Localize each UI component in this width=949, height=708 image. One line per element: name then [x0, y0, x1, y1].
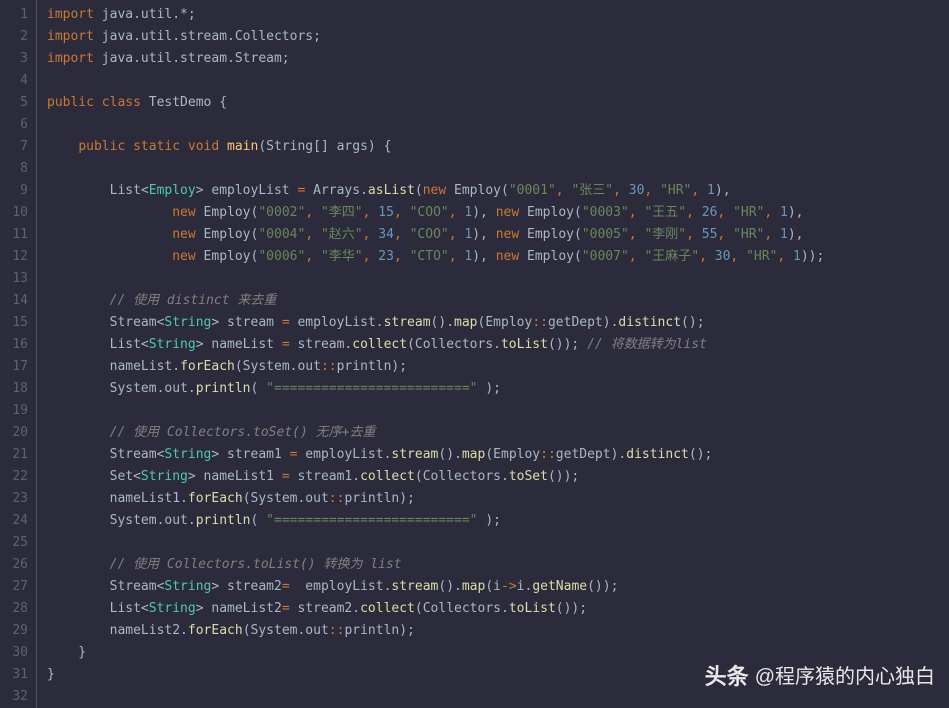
line-number: 26 [4, 554, 28, 576]
line-number: 15 [4, 312, 28, 334]
code-line: nameList1.forEach(System.out::println); [47, 488, 949, 510]
line-number: 17 [4, 356, 28, 378]
line-number: 32 [4, 686, 28, 708]
line-number: 2 [4, 26, 28, 48]
line-number: 10 [4, 202, 28, 224]
code-line: new Employ("0002", "李四", 15, "COO", 1), … [47, 202, 949, 224]
line-number: 5 [4, 92, 28, 114]
line-number: 24 [4, 510, 28, 532]
watermark-handle: @程序猿的内心独白 [755, 666, 935, 688]
code-line: import java.util.stream.Collectors; [47, 26, 949, 48]
code-line [47, 532, 949, 554]
line-number: 6 [4, 114, 28, 136]
code-line [47, 114, 949, 136]
code-line: List<String> nameList = stream.collect(C… [47, 334, 949, 356]
line-number: 19 [4, 400, 28, 422]
line-number: 4 [4, 70, 28, 92]
line-number: 22 [4, 466, 28, 488]
line-number: 25 [4, 532, 28, 554]
line-number: 29 [4, 620, 28, 642]
code-line: new Employ("0006", "李华", 23, "CTO", 1), … [47, 246, 949, 268]
code-line: // 使用 distinct 来去重 [47, 290, 949, 312]
line-number: 12 [4, 246, 28, 268]
code-line: Stream<String> stream2= employList.strea… [47, 576, 949, 598]
code-line: // 使用 Collectors.toSet() 无序+去重 [47, 422, 949, 444]
line-number-gutter: 1234567891011121314151617181920212223242… [0, 0, 37, 708]
code-line: Stream<String> stream = employList.strea… [47, 312, 949, 334]
line-number: 21 [4, 444, 28, 466]
code-line: public class TestDemo { [47, 92, 949, 114]
line-number: 16 [4, 334, 28, 356]
code-line [47, 268, 949, 290]
code-line: // 使用 Collectors.toList() 转换为 list [47, 554, 949, 576]
line-number: 31 [4, 664, 28, 686]
code-line: import java.util.stream.Stream; [47, 48, 949, 70]
line-number: 14 [4, 290, 28, 312]
line-number: 13 [4, 268, 28, 290]
line-number: 23 [4, 488, 28, 510]
line-number: 20 [4, 422, 28, 444]
line-number: 30 [4, 642, 28, 664]
code-line: System.out.println( "===================… [47, 510, 949, 532]
line-number: 28 [4, 598, 28, 620]
line-number: 8 [4, 158, 28, 180]
code-line: List<String> nameList2= stream2.collect(… [47, 598, 949, 620]
line-number: 27 [4, 576, 28, 598]
code-line [47, 70, 949, 92]
code-editor: 1234567891011121314151617181920212223242… [0, 0, 949, 708]
code-area: import java.util.*;import java.util.stre… [37, 0, 949, 708]
line-number: 1 [4, 4, 28, 26]
code-line: List<Employ> employList = Arrays.asList(… [47, 180, 949, 202]
code-line: Set<String> nameList1 = stream1.collect(… [47, 466, 949, 488]
code-line: nameList2.forEach(System.out::println); [47, 620, 949, 642]
watermark-logo: 头条 [705, 666, 749, 688]
code-line: System.out.println( "===================… [47, 378, 949, 400]
line-number: 3 [4, 48, 28, 70]
code-line: public static void main(String[] args) { [47, 136, 949, 158]
line-number: 9 [4, 180, 28, 202]
line-number: 18 [4, 378, 28, 400]
code-line: import java.util.*; [47, 4, 949, 26]
code-line: Stream<String> stream1 = employList.stre… [47, 444, 949, 466]
code-line: new Employ("0004", "赵六", 34, "COO", 1), … [47, 224, 949, 246]
code-line [47, 400, 949, 422]
watermark: 头条 @程序猿的内心独白 [705, 666, 935, 688]
code-line [47, 158, 949, 180]
code-line: nameList.forEach(System.out::println); [47, 356, 949, 378]
line-number: 11 [4, 224, 28, 246]
code-line: } [47, 642, 949, 664]
code-line [47, 686, 949, 708]
line-number: 7 [4, 136, 28, 158]
